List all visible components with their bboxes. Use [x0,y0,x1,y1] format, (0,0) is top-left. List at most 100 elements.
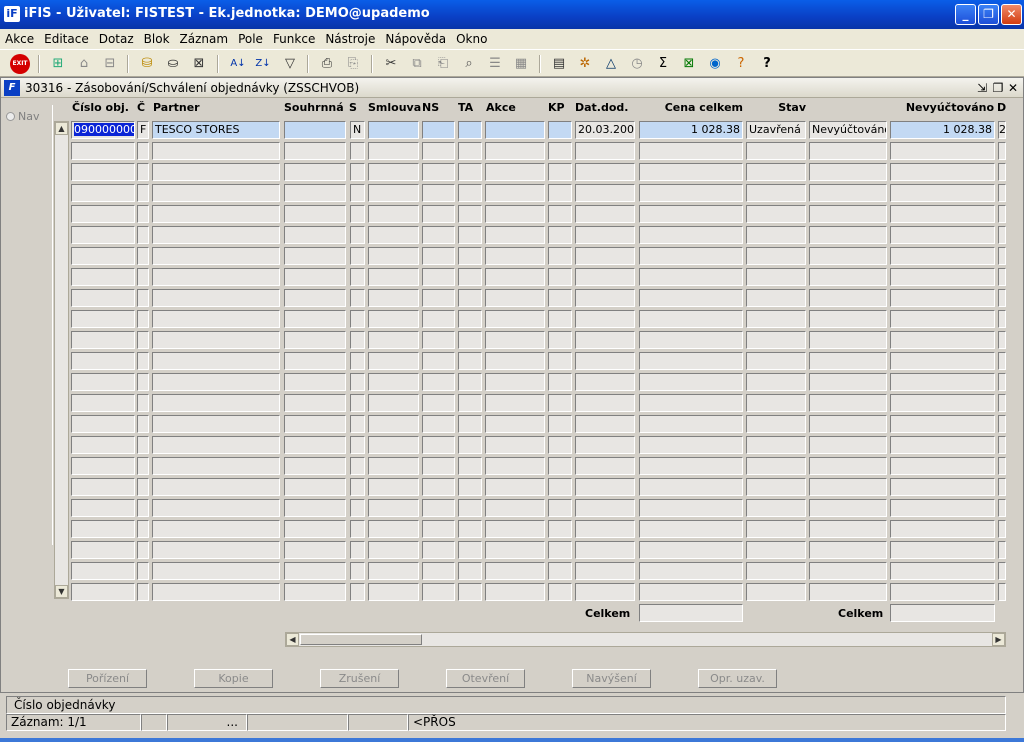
table-cell[interactable] [284,457,346,475]
table-cell[interactable] [548,289,572,307]
table-cell[interactable] [746,205,806,223]
list-icon[interactable]: ☰ [485,54,505,74]
restore-button[interactable]: ❐ [978,4,999,25]
table-cell[interactable] [458,541,482,559]
table-cell[interactable] [746,562,806,580]
porizeni-button[interactable]: Pořízení [68,669,147,688]
table-cell[interactable] [368,457,419,475]
table-cell[interactable] [746,226,806,244]
table-cell[interactable] [350,247,365,265]
table-cell[interactable] [368,415,419,433]
table-cell[interactable] [890,226,995,244]
table-cell[interactable] [998,583,1006,601]
table-cell[interactable] [137,499,149,517]
table-cell[interactable] [890,415,995,433]
table-cell[interactable] [152,331,280,349]
table-cell[interactable] [350,142,365,160]
table-cell[interactable] [458,373,482,391]
table-cell[interactable] [746,310,806,328]
table-cell[interactable] [575,268,635,286]
table-cell[interactable] [998,142,1006,160]
table-cell[interactable] [575,415,635,433]
table-cell[interactable] [71,541,135,559]
table-cell[interactable] [350,163,365,181]
table-cell[interactable] [485,562,545,580]
table-cell[interactable] [284,226,346,244]
table-cell[interactable] [809,184,887,202]
col-s[interactable]: S [349,101,357,114]
paste-icon[interactable]: ⎗ [433,54,453,74]
table-cell[interactable] [284,373,346,391]
table-cell[interactable] [152,478,280,496]
table-cell[interactable] [746,331,806,349]
table-cell[interactable] [746,352,806,370]
table-cell[interactable] [890,583,995,601]
table-cell[interactable] [575,520,635,538]
close-button[interactable]: ✕ [1001,4,1022,25]
table-cell[interactable] [548,583,572,601]
table-cell[interactable] [998,310,1006,328]
table-cell[interactable] [485,415,545,433]
table-cell[interactable] [639,373,743,391]
table-cell[interactable] [890,247,995,265]
table-cell[interactable] [422,226,455,244]
menu-editace[interactable]: Editace [39,32,94,46]
table-cell[interactable] [71,415,135,433]
table-cell[interactable] [152,520,280,538]
table-cell[interactable] [284,394,346,412]
table-cell[interactable] [485,352,545,370]
table-cell[interactable] [350,268,365,286]
col-nevyuctovano[interactable]: Nevyúčtováno [891,101,994,114]
table-cell[interactable] [548,163,572,181]
table-cell[interactable] [809,583,887,601]
help-icon[interactable]: ? [757,54,777,74]
excel-icon[interactable]: ⊠ [679,54,699,74]
table-cell[interactable] [890,163,995,181]
table-cell[interactable] [639,289,743,307]
table-cell[interactable] [284,331,346,349]
table-cell[interactable] [548,226,572,244]
table-cell[interactable] [422,268,455,286]
table-cell[interactable] [350,373,365,391]
table-cell[interactable] [137,184,149,202]
table-cell[interactable] [746,373,806,391]
nav-radio[interactable]: Nav [6,110,39,123]
table-cell[interactable] [548,478,572,496]
col-souhrnna[interactable]: Souhrnná [284,101,344,114]
table-cell[interactable] [422,184,455,202]
table-cell[interactable] [284,478,346,496]
table-cell[interactable] [137,373,149,391]
table-cell[interactable] [152,352,280,370]
table-cell[interactable] [152,373,280,391]
table-cell[interactable] [998,394,1006,412]
menu-akce[interactable]: Akce [0,32,39,46]
table-cell[interactable] [809,352,887,370]
kopie-button[interactable]: Kopie [194,669,273,688]
sort-ascending-icon[interactable]: A↓ [228,54,248,74]
table-cell[interactable] [998,520,1006,538]
table-cell[interactable] [746,289,806,307]
table-cell[interactable] [458,436,482,454]
table-cell[interactable] [152,163,280,181]
table-cell[interactable] [639,478,743,496]
table-cell[interactable] [152,289,280,307]
cell-dat-dod[interactable]: 20.03.2009 [575,121,635,139]
table-cell[interactable] [746,268,806,286]
table-cell[interactable] [458,331,482,349]
table-cell[interactable] [152,310,280,328]
table-cell[interactable] [575,352,635,370]
cell-souhrnna[interactable] [284,121,346,139]
table-cell[interactable] [890,205,995,223]
table-cell[interactable] [639,562,743,580]
table-cell[interactable] [458,163,482,181]
menu-funkce[interactable]: Funkce [268,32,320,46]
table-cell[interactable] [575,331,635,349]
table-cell[interactable] [458,226,482,244]
table-cell[interactable] [548,205,572,223]
internet-icon[interactable]: ◉ [705,54,725,74]
table-cell[interactable] [809,562,887,580]
table-cell[interactable] [485,541,545,559]
table-cell[interactable] [575,541,635,559]
table-cell[interactable] [152,142,280,160]
table-cell[interactable] [368,331,419,349]
